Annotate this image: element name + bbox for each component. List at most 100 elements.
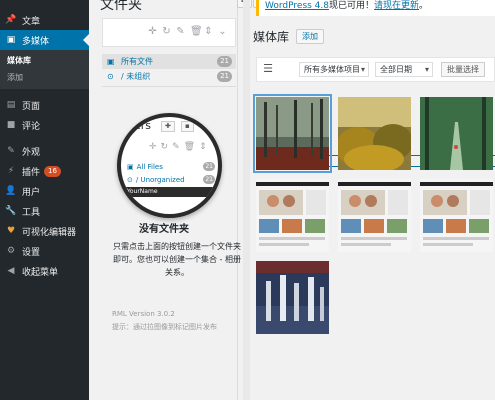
menu-item-posts[interactable]: 📌 文章 bbox=[0, 10, 89, 30]
menu-item-settings[interactable]: ⚙ 设置 bbox=[0, 241, 89, 261]
media-thumbnail[interactable] bbox=[253, 94, 332, 173]
menu-item-label: 多媒体 bbox=[22, 36, 50, 47]
plugin-version: RML Version 3.0.2 bbox=[112, 310, 175, 318]
submenu-item-add[interactable]: 添加 bbox=[0, 69, 89, 86]
magnifier-add-button: ✚ bbox=[161, 121, 175, 132]
magnifier-tools: ✛ ↻ ✎ 🗑 ⇕ bbox=[149, 142, 207, 152]
folder-label: 所有文件 bbox=[121, 57, 153, 66]
comment-icon: ■ bbox=[6, 120, 16, 130]
files-icon: ▣ bbox=[127, 162, 134, 171]
move-icon: ✛ bbox=[149, 142, 157, 152]
magnifier-name-bar: YourName bbox=[123, 187, 218, 197]
bulk-select-button[interactable]: 批量选择 bbox=[441, 62, 485, 77]
menu-item-label: 用户 bbox=[22, 187, 41, 198]
menu-item-label: 评论 bbox=[22, 121, 41, 132]
menu-item-label: 工具 bbox=[22, 207, 41, 218]
empty-description: 只需点击上面的按钮创建一个文件夹即可。您也可以创建一个集合 - 相册关系。 bbox=[113, 242, 241, 277]
media-thumbnail[interactable] bbox=[256, 179, 329, 252]
move-icon[interactable]: ✛ bbox=[148, 26, 157, 37]
sort-icon: ⇕ bbox=[199, 142, 207, 152]
menu-item-plugins[interactable]: ⚡ 插件 16 bbox=[0, 161, 89, 181]
submenu-item-library[interactable]: 媒体库 bbox=[0, 52, 89, 69]
media-thumbnail[interactable] bbox=[256, 261, 329, 334]
menu-item-pages[interactable]: ▤ 页面 bbox=[0, 95, 89, 115]
date-filter[interactable]: 全部日期 bbox=[375, 62, 433, 77]
menu-item-users[interactable]: 👤 用户 bbox=[0, 181, 89, 201]
menu-item-comments[interactable]: ■ 评论 bbox=[0, 115, 89, 135]
media-toolbar: ☰ ⊞ 所有多媒体项目 全部日期 批量选择 bbox=[256, 57, 495, 168]
delete-icon[interactable]: 🗑 bbox=[190, 26, 203, 37]
delete-icon: 🗑 bbox=[183, 142, 196, 152]
menu-item-label: 设置 bbox=[22, 247, 41, 258]
magnifier-row-label: / Unorganized bbox=[135, 175, 185, 184]
media-thumbnail[interactable] bbox=[336, 97, 413, 173]
rename-icon[interactable]: ✎ bbox=[176, 26, 185, 37]
panel-divider[interactable] bbox=[243, 0, 250, 400]
magnifier-row-label: All Files bbox=[136, 162, 163, 171]
update-now-link[interactable]: 请现在更新 bbox=[374, 1, 419, 11]
usage-hint: 提示：通过拉图像到标记图片发布 bbox=[112, 323, 217, 331]
admin-sidebar: 📌 文章 ▣ 多媒体 媒体库 添加 ▤ 页面 ■ 评论 ✎ 外观 ⚡ 插件 16… bbox=[0, 0, 89, 400]
folder-all-files[interactable]: ▣ 所有文件 21 bbox=[102, 54, 236, 69]
magnifier-add2-button: ▪ bbox=[181, 121, 194, 132]
plugin-icon: ⚡ bbox=[7, 166, 15, 176]
folder-tools: ✛ ↻ ✎ 🗑 ⇕ ⌄ bbox=[148, 26, 227, 37]
menu-item-label: 收起菜单 bbox=[22, 267, 59, 278]
menu-item-label: 文章 bbox=[22, 16, 41, 27]
menu-item-label: 可视化编辑器 bbox=[22, 227, 77, 238]
magnifier-row-count: 21 bbox=[203, 162, 215, 171]
user-icon: 👤 bbox=[5, 186, 17, 196]
menu-item-label: 外观 bbox=[22, 147, 41, 158]
more-icon[interactable]: ⌄ bbox=[218, 26, 227, 37]
add-new-button[interactable]: 添加 bbox=[296, 29, 324, 44]
settings-icon: ⚙ bbox=[6, 246, 16, 256]
folder-label: / 未组织 bbox=[121, 72, 151, 81]
refresh-icon: ↻ bbox=[160, 142, 169, 152]
notice-text: 现已可用！ bbox=[329, 1, 375, 11]
media-library-main: WordPress 4.8现已可用！请现在更新。 媒体库 添加 ☰ ⊞ 所有多媒… bbox=[250, 0, 495, 400]
menu-item-label: 页面 bbox=[22, 101, 41, 112]
rename-icon: ✎ bbox=[172, 142, 180, 152]
folder-count: 21 bbox=[217, 56, 232, 67]
page-title: 媒体库 bbox=[253, 30, 290, 44]
media-icon: ▣ bbox=[6, 35, 16, 45]
update-notice: WordPress 4.8现已可用！请现在更新。 bbox=[256, 0, 495, 16]
collapse-icon: ◀ bbox=[7, 266, 15, 276]
folder-toolbar: ✛ ↻ ✎ 🗑 ⇕ ⌄ bbox=[102, 18, 236, 47]
notice-end: 。 bbox=[419, 1, 429, 11]
menu-item-tools[interactable]: 🔧 工具 bbox=[0, 201, 89, 221]
menu-item-media[interactable]: ▣ 多媒体 bbox=[0, 30, 89, 50]
menu-item-appearance[interactable]: ✎ 外观 bbox=[0, 141, 89, 161]
unorganized-icon: ⊙ bbox=[107, 72, 114, 81]
sort-icon[interactable]: ⇕ bbox=[204, 26, 213, 37]
magnifier-row-unorganized: ⊙ / Unorganized 21 bbox=[127, 174, 217, 185]
menu-item-visual-editor[interactable]: ♥ 可视化编辑器 bbox=[0, 221, 89, 241]
media-thumbnail[interactable] bbox=[420, 97, 493, 170]
appearance-icon: ✎ bbox=[7, 146, 15, 156]
media-type-filter[interactable]: 所有多媒体项目 bbox=[299, 62, 369, 77]
magnifier-title: ders bbox=[127, 119, 152, 132]
tools-icon: 🔧 bbox=[5, 206, 17, 216]
pin-icon: 📌 bbox=[5, 15, 17, 25]
magnifier-row-all: ▣ All Files 21 bbox=[127, 161, 217, 172]
folder-unorganized[interactable]: ⊙ / 未组织 21 bbox=[102, 69, 236, 84]
folder-panel-title: 文件夹 bbox=[100, 0, 142, 13]
magnifier-illustration: ders ✚ ▪ ✛ ↻ ✎ 🗑 ⇕ ▣ All Files 21 ⊙ / Un… bbox=[117, 113, 222, 218]
update-count-badge: 16 bbox=[44, 165, 61, 177]
folder-count: 21 bbox=[217, 71, 232, 82]
files-icon: ▣ bbox=[107, 57, 115, 66]
refresh-icon[interactable]: ↻ bbox=[162, 26, 171, 37]
menu-item-collapse[interactable]: ◀ 收起菜单 bbox=[0, 261, 89, 281]
folder-list: ▣ 所有文件 21 ⊙ / 未组织 21 bbox=[102, 54, 236, 84]
media-submenu: 媒体库 添加 bbox=[0, 50, 89, 89]
empty-title: 没有文件夹 bbox=[139, 224, 189, 235]
wordpress-version-link[interactable]: WordPress 4.8 bbox=[265, 1, 329, 11]
magnifier-row-count: 21 bbox=[203, 175, 215, 184]
list-view-icon[interactable]: ☰ bbox=[262, 63, 274, 75]
media-thumbnail[interactable] bbox=[420, 179, 493, 252]
unorganized-icon: ⊙ bbox=[127, 175, 133, 184]
editor-icon: ♥ bbox=[6, 226, 16, 236]
page-icon: ▤ bbox=[6, 100, 16, 110]
media-thumbnail[interactable] bbox=[338, 179, 411, 252]
divider bbox=[102, 86, 236, 87]
